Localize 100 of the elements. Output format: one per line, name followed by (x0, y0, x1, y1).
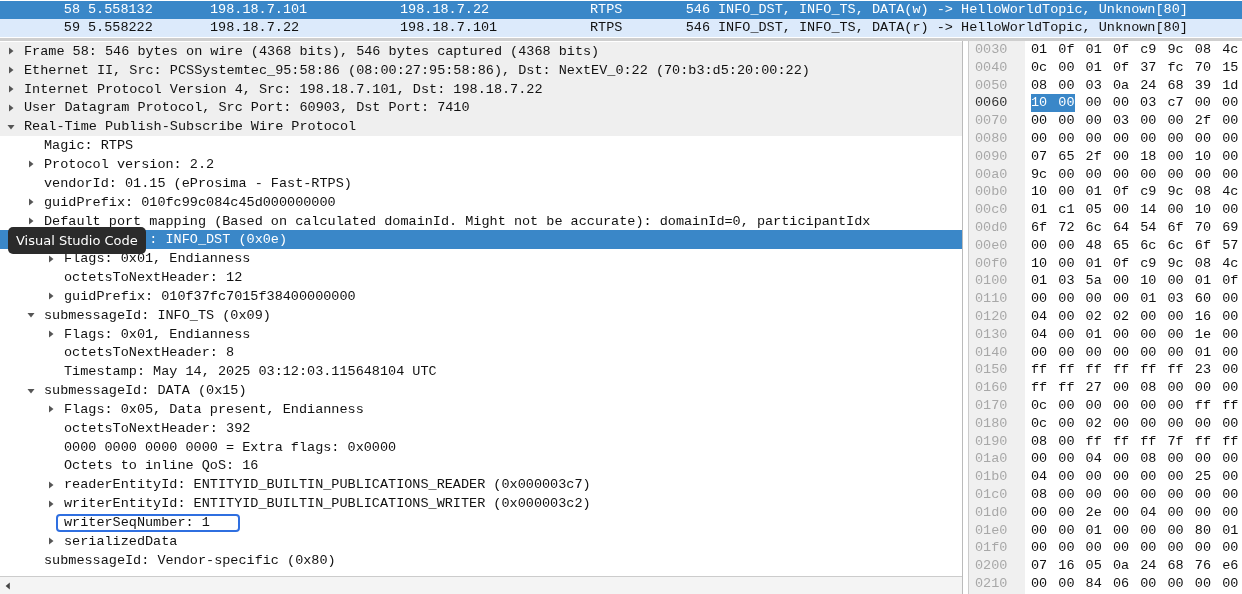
hex-offset: 0100 (974, 272, 1009, 291)
tree-row[interactable]: 0000 0000 0000 0000 = Extra flags: 0x0000 (0, 437, 962, 457)
field-text: vendorId: 01.15 (eProsima - Fast-RTPS) (44, 174, 352, 192)
hex-offset: 0120 (974, 307, 1009, 326)
collapsed-arrow-icon[interactable] (46, 253, 56, 264)
tree-row[interactable]: octetsToNextHeader: 392 (0, 418, 962, 438)
hex-bytes: 00 00 01 00 00 00 80 01 (1031, 521, 1239, 540)
hex-bytes: 00 00 04 00 08 00 00 00 (1031, 450, 1239, 469)
packet-protocol: RTPS (590, 19, 624, 37)
tree-row[interactable]: writerSeqNumber: 1 (0, 513, 962, 532)
hex-offset: 0140 (974, 343, 1009, 362)
horizontal-scrollbar[interactable] (0, 576, 962, 594)
packet-info: INFO_DST, INFO_TS, DATA(r) -> HelloWorldTopic, Unknown[80] (717, 19, 1189, 37)
packet-time: 5.558132 (87, 1, 154, 19)
collapsed-arrow-icon[interactable] (46, 329, 56, 340)
field-text: serializedData (64, 532, 178, 550)
tree-row[interactable]: Magic: RTPS (0, 136, 962, 156)
collapsed-arrow-icon[interactable] (26, 216, 36, 226)
hex-offset: 0030 (974, 41, 1009, 59)
packet-number: 59 (62, 19, 80, 37)
hex-offset: 0070 (974, 112, 1009, 130)
tree-row[interactable]: serializedData (0, 531, 962, 551)
tree-row[interactable]: writerEntityId: ENTITYID_BUILTIN_PUBLICATIONS_WRITER (0x000003c2) (0, 494, 962, 514)
packet-info: INFO_DST, INFO_TS, DATA(w) -> HelloWorldTopic, Unknown[80] (717, 1, 1189, 19)
hex-bytes: 0c 00 01 0f 37 fc 70 15 (1031, 58, 1239, 77)
hex-bytes: 00 00 00 03 00 00 2f 00 (1031, 112, 1239, 130)
tree-row[interactable]: submessageId: DATA (0x15) (0, 381, 962, 401)
hex-offset: 0190 (974, 432, 1009, 451)
selected-hex-bytes[interactable]: 10 00 (1031, 94, 1075, 113)
field-text: : INFO_DST (0x0e) (149, 231, 288, 249)
tree-row[interactable]: Timestamp: May 14, 2025 03:12:03.115648104 UTC (0, 362, 962, 382)
outlined-field-text: writerSeqNumber: 1 (56, 513, 240, 532)
hex-offset: 01a0 (974, 450, 1009, 469)
field-text: Protocol version: 2.2 (44, 156, 215, 173)
tree-row[interactable]: octetsToNextHeader: 8 (0, 343, 962, 363)
hex-bytes: 08 00 ff ff ff 7f ff ff (1031, 432, 1239, 451)
hex-offset: 0110 (974, 290, 1009, 308)
hex-bytes: ff ff 27 00 08 00 00 00 (1031, 379, 1239, 397)
hex-offset: 0160 (974, 379, 1009, 397)
hex-bytes: 00 00 00 00 00 00 01 00 (1031, 343, 1239, 362)
packet-source: 198.18.7.101 (210, 1, 309, 19)
packet-length: 546 (684, 1, 710, 19)
tree-row[interactable]: submessageId: Vendor-specific (0x80) (0, 550, 962, 570)
hex-offset: 00a0 (974, 165, 1009, 184)
hex-bytes: 10 00 01 0f c9 9c 08 4c (1031, 254, 1239, 273)
hex-bytes: 01 c1 05 00 14 00 10 00 (1031, 201, 1239, 219)
field-text: writerEntityId: ENTITYID_BUILTIN_PUBLICATIONS_WRITER (0x000003c2) (64, 495, 591, 513)
hex-bytes: 07 16 05 0a 24 68 76 e6 (1031, 557, 1239, 575)
collapsed-arrow-icon[interactable] (6, 65, 16, 76)
collapsed-arrow-icon[interactable] (46, 291, 56, 302)
field-text: submessageId: DATA (0x15) (44, 382, 247, 400)
hex-offset: 0040 (974, 58, 1009, 77)
hex-offset: 0080 (974, 130, 1009, 148)
packet-protocol: RTPS (590, 1, 624, 19)
field-text: submessageId: Vendor-specific (0x80) (44, 551, 336, 569)
collapsed-arrow-icon[interactable] (6, 84, 16, 95)
hex-bytes: 6f 72 6c 64 54 6f 70 69 (1031, 218, 1239, 237)
tree-row[interactable]: submessageId: INFO_TS (0x09) (0, 305, 962, 325)
collapsed-arrow-icon[interactable] (46, 498, 56, 509)
hex-offset: 0050 (974, 76, 1009, 95)
field-text: guidPrefix: 010f37fc7015f38400000000 (64, 287, 356, 305)
hex-bytes: 08 00 00 00 00 00 00 00 (1031, 485, 1239, 504)
packet-row[interactable]: 58 5.558132 198.18.7.101 198.18.7.22 RTPS 546 INFO_DST, INFO_TS, DATA(w) -> HelloWorldTopic, Unknown[80] (0, 1, 1242, 19)
tree-row[interactable]: octetsToNextHeader: 12 (0, 268, 962, 287)
packet-length: 546 (684, 19, 710, 37)
tree-row[interactable]: Protocol version: 2.2 (0, 155, 962, 174)
tree-row[interactable]: Octets to inline QoS: 16 (0, 456, 962, 476)
tree-row[interactable]: vendorId: 01.15 (eProsima - Fast-RTPS) (0, 173, 962, 193)
collapsed-arrow-icon[interactable] (46, 404, 56, 415)
tree-row[interactable]: Flags: 0x05, Data present, Endianness (0, 400, 962, 419)
packet-row[interactable]: 59 5.558222 198.18.7.22 198.18.7.101 RTPS 546 INFO_DST, INFO_TS, DATA(r) -> HelloWorldTopic, Unknown[80] (0, 19, 1242, 37)
tree-row[interactable]: readerEntityId: ENTITYID_BUILTIN_PUBLICATIONS_READER (0x000003c7) (0, 475, 962, 495)
tree-row[interactable]: Real-Time Publish-Subscribe Wire Protocol (0, 117, 962, 137)
field-text: octetsToNextHeader: 12 (64, 269, 243, 287)
packet-source: 198.18.7.22 (210, 19, 301, 37)
hex-offset: 01d0 (974, 503, 1009, 522)
hex-offset: 0200 (974, 557, 1009, 575)
tree-row[interactable]: Frame 58: 546 bytes on wire (4368 bits), 546 bytes captured (4368 bits) (0, 42, 962, 61)
hex-bytes: 00 00 84 06 00 00 00 00 (1031, 574, 1239, 593)
tree-row[interactable]: guidPrefix: 010fc99c084c45d000000000 (0, 192, 962, 212)
hex-offset: 00b0 (974, 183, 1009, 202)
collapsed-arrow-icon[interactable] (26, 197, 36, 208)
tree-row[interactable]: guidPrefix: 010f37fc7015f38400000000 (0, 286, 962, 306)
field-text: submessageId: INFO_TS (0x09) (44, 306, 271, 324)
packet-number: 58 (62, 1, 80, 19)
hex-bytes: 04 00 00 00 00 00 25 00 (1031, 468, 1239, 486)
packet-destination: 198.18.7.101 (400, 19, 499, 37)
collapsed-arrow-icon[interactable] (6, 102, 16, 113)
field-text: readerEntityId: ENTITYID_BUILTIN_PUBLICATIONS_READER (0x000003c7) (64, 476, 591, 494)
hex-offset: 0150 (974, 361, 1009, 380)
field-text: Octets to inline QoS: 16 (64, 457, 259, 475)
collapsed-arrow-icon[interactable] (6, 46, 16, 57)
hex-offset: 00e0 (974, 236, 1009, 255)
collapsed-arrow-icon[interactable] (46, 479, 56, 490)
hex-bytes: 01 0f 01 0f c9 9c 08 4c (1031, 41, 1239, 59)
field-text: Flags: 0x05, Data present, Endianness (64, 400, 364, 418)
field-text: Timestamp: May 14, 2025 03:12:03.115648104 UTC (64, 363, 437, 381)
tree-row[interactable]: Flags: 0x01, Endianness (0, 324, 962, 344)
collapsed-arrow-icon[interactable] (46, 536, 56, 547)
collapsed-arrow-icon[interactable] (26, 159, 36, 170)
